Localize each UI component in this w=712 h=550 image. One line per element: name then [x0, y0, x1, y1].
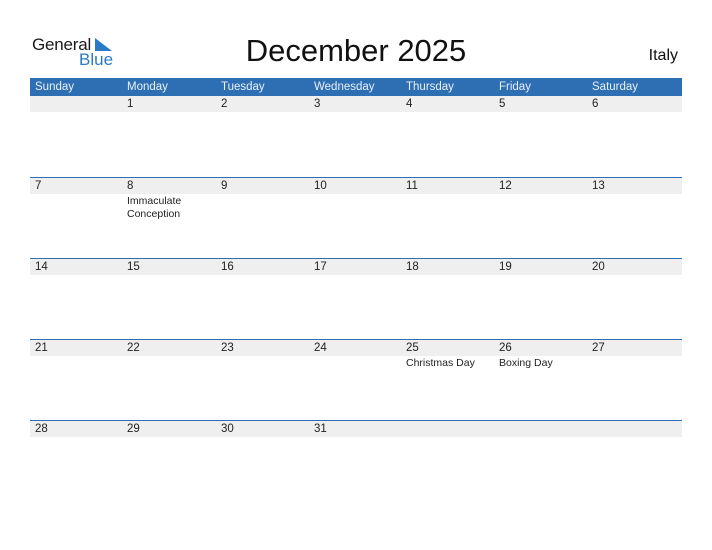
day-number: 2	[221, 98, 228, 110]
day-number: 1	[127, 98, 134, 110]
date-band: 1 2 3 4 5 6	[30, 96, 682, 112]
holiday-label	[587, 275, 682, 276]
day-number: 8	[127, 180, 134, 192]
week-row: 14 15 16 17 18 19 20	[30, 258, 682, 339]
week-row: 1 2 3 4 5 6	[30, 96, 682, 177]
day-number: 23	[221, 342, 234, 354]
event-band	[30, 275, 682, 276]
day-number: 24	[314, 342, 327, 354]
event-band	[30, 112, 682, 113]
date-band: 21 22 23 24 25 26 27	[30, 340, 682, 356]
holiday-label	[122, 356, 216, 370]
day-number: 14	[35, 261, 48, 273]
date-band: 7 8 9 10 11 12 13	[30, 178, 682, 194]
week-row: 21 22 23 24 25 26 27 Christmas Day Boxing Day	[30, 339, 682, 420]
day-number: 31	[314, 423, 327, 435]
day-number: 3	[314, 98, 321, 110]
event-band: Immaculate Conception	[30, 194, 682, 221]
day-number	[30, 96, 122, 112]
holiday-label	[401, 437, 494, 438]
day-number	[494, 421, 587, 437]
calendar-grid: Sunday Monday Tuesday Wednesday Thursday…	[30, 78, 682, 501]
holiday-label	[309, 275, 401, 276]
weekday-monday: Monday	[127, 81, 168, 93]
day-number: 19	[499, 261, 512, 273]
weekday-sunday: Sunday	[35, 81, 75, 93]
day-number: 10	[314, 180, 327, 192]
day-number: 29	[127, 423, 140, 435]
holiday-label	[494, 112, 587, 113]
holiday-label	[30, 112, 122, 113]
holiday-label	[216, 194, 309, 221]
day-number: 26	[499, 342, 512, 354]
holiday-label	[216, 275, 309, 276]
week-row: 7 8 9 10 11 12 13 Immaculate Conception	[30, 177, 682, 258]
day-number: 18	[406, 261, 419, 273]
holiday-label	[122, 112, 216, 113]
holiday-label	[216, 112, 309, 113]
weekday-friday: Friday	[499, 81, 531, 93]
holiday-label	[216, 437, 309, 438]
holiday-label	[30, 356, 122, 370]
event-band: Christmas Day Boxing Day	[30, 356, 682, 370]
holiday-label: Boxing Day	[499, 357, 553, 369]
date-band: 28 29 30 31	[30, 421, 682, 437]
day-number: 30	[221, 423, 234, 435]
day-number: 25	[406, 342, 419, 354]
day-number	[401, 421, 494, 437]
holiday-label	[309, 356, 401, 370]
holiday-label	[30, 194, 122, 221]
day-number	[587, 421, 682, 437]
day-number: 4	[406, 98, 413, 110]
holiday-label	[401, 112, 494, 113]
day-number: 17	[314, 261, 327, 273]
week-row: 28 29 30 31	[30, 420, 682, 501]
day-number: 27	[592, 342, 605, 354]
holiday-label	[216, 356, 309, 370]
weekday-wednesday: Wednesday	[314, 81, 375, 93]
holiday-label	[587, 194, 682, 221]
day-number: 13	[592, 180, 605, 192]
day-number: 22	[127, 342, 140, 354]
holiday-label	[494, 437, 587, 438]
page-title: December 2025	[245, 33, 467, 68]
day-number: 20	[592, 261, 605, 273]
holiday-label	[309, 194, 401, 221]
holiday-label	[401, 275, 494, 276]
weekday-header: Sunday Monday Tuesday Wednesday Thursday…	[30, 78, 682, 96]
holiday-label	[309, 112, 401, 113]
weekday-thursday: Thursday	[406, 81, 454, 93]
weekday-saturday: Saturday	[592, 81, 639, 93]
day-number: 12	[499, 180, 512, 192]
day-number: 15	[127, 261, 140, 273]
weekday-tuesday: Tuesday	[221, 81, 265, 93]
holiday-label	[30, 275, 122, 276]
holiday-label	[494, 275, 587, 276]
holiday-label	[587, 437, 682, 438]
holiday-label	[587, 356, 682, 370]
day-number: 7	[35, 180, 42, 192]
holiday-label	[587, 112, 682, 113]
day-number: 28	[35, 423, 48, 435]
day-number: 11	[406, 180, 418, 192]
date-band: 14 15 16 17 18 19 20	[30, 259, 682, 275]
country-label: Italy	[648, 47, 678, 64]
event-band	[30, 437, 682, 438]
holiday-label: Christmas Day	[406, 357, 475, 369]
holiday-label	[401, 194, 494, 221]
holiday-label	[494, 194, 587, 221]
holiday-label	[122, 437, 216, 438]
day-number: 16	[221, 261, 234, 273]
day-number: 9	[221, 180, 228, 192]
holiday-label	[30, 437, 122, 438]
holiday-label	[309, 437, 401, 438]
day-number: 5	[499, 98, 506, 110]
day-number: 21	[35, 342, 48, 354]
day-number: 6	[592, 98, 599, 110]
holiday-label	[122, 275, 216, 276]
holiday-label: Immaculate Conception	[127, 195, 182, 220]
